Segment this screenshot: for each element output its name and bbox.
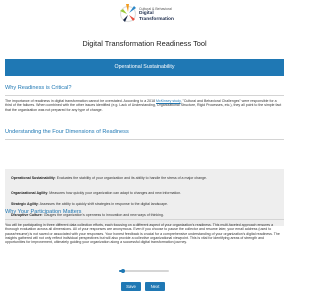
dimension-desc: : Assesses the ability to quickly shift … <box>37 202 168 206</box>
dimension-item: Operational Sustainability: Evaluates th… <box>11 176 279 180</box>
divider <box>5 95 284 96</box>
dimension-name: Strategic Agility <box>11 202 38 206</box>
dimension-name: Organizational Agility <box>11 191 48 195</box>
page-title: Digital Transformation Readiness Tool <box>82 39 207 48</box>
dimension-item: Strategic Agility: Assesses the ability … <box>11 202 279 206</box>
progress-bar <box>119 269 169 273</box>
section-banner: Operational Sustainability <box>5 59 284 76</box>
why-readiness-text: The importance of readiness in digital t… <box>5 99 283 112</box>
dimension-desc: : Evaluates the stability of your organi… <box>54 176 207 180</box>
logo-line-3: Transformation <box>139 16 174 22</box>
logo-wordmark: Cultural & Behavioral Digital Transforma… <box>139 7 174 22</box>
dimension-item: Organizational Agility: Measures how qui… <box>11 191 279 195</box>
next-button[interactable]: Next <box>145 282 165 291</box>
divider <box>5 139 284 140</box>
dimensions-heading: Understanding the Four Dimensions of Rea… <box>5 129 129 135</box>
dimensions-panel: Operational Sustainability: Evaluates th… <box>5 169 284 226</box>
progress-indicator <box>121 269 125 273</box>
dimension-desc: : Measures how quickly your organization… <box>47 191 182 195</box>
save-button[interactable]: Save <box>121 282 141 291</box>
logo-mark-icon <box>120 4 137 23</box>
app-logo: Cultural & Behavioral Digital Transforma… <box>120 3 174 29</box>
divider <box>5 219 284 220</box>
participation-heading: Why Your Participation Matters <box>5 209 82 215</box>
participation-text: You will be participating in three diffe… <box>5 223 280 245</box>
why-readiness-heading: Why Readiness is Critical? <box>5 85 72 91</box>
dimension-name: Operational Sustainability <box>11 176 55 180</box>
